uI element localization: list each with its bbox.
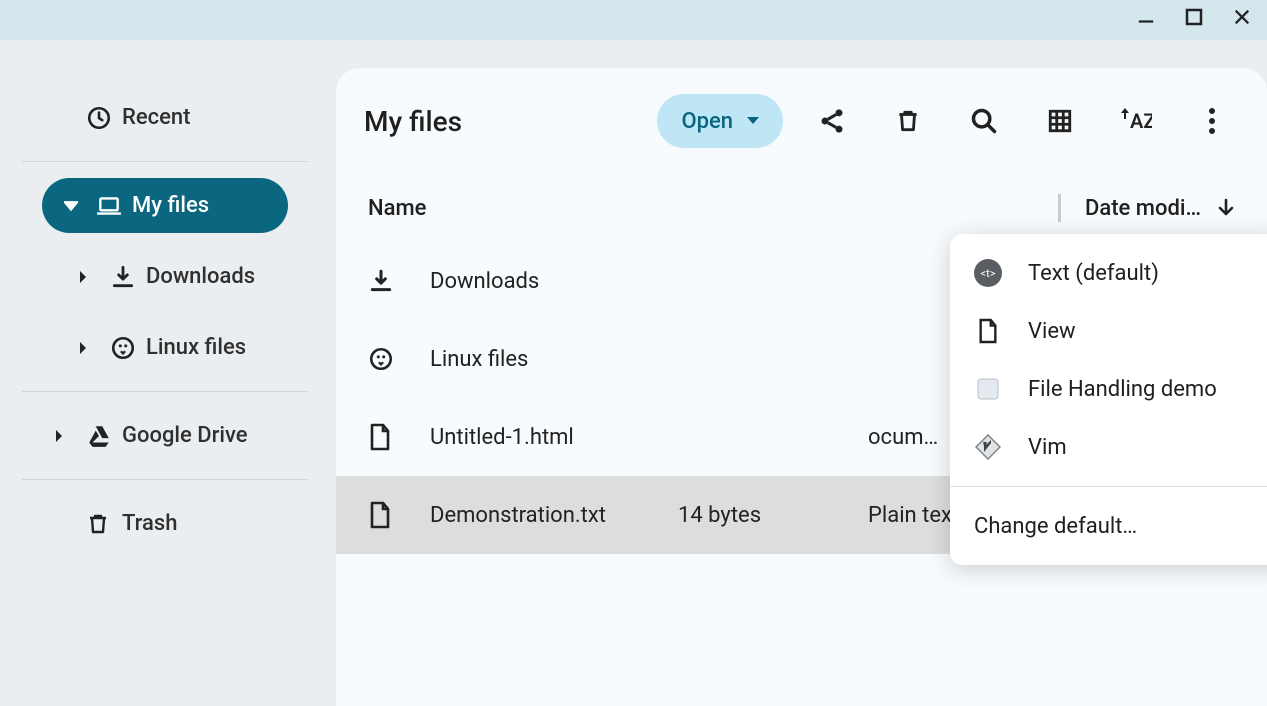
menu-item-view[interactable]: View xyxy=(950,302,1267,360)
nav-label: Google Drive xyxy=(122,423,248,448)
column-separator xyxy=(1058,194,1061,222)
clock-icon xyxy=(86,105,122,131)
chevron-down-icon xyxy=(747,116,759,126)
delete-icon[interactable] xyxy=(881,94,935,148)
svg-text:<t>: <t> xyxy=(981,267,996,280)
menu-label: Change default… xyxy=(974,514,1137,539)
col-name[interactable]: Name xyxy=(368,196,678,221)
sidebar-item-trash[interactable]: Trash xyxy=(22,496,308,551)
penguin-icon xyxy=(110,335,146,361)
open-menu: <t> Text (default) View File Handling de… xyxy=(950,234,1267,565)
file-icon xyxy=(368,423,430,451)
sidebar-item-gdrive[interactable]: Google Drive xyxy=(22,408,308,463)
chevron-right-icon xyxy=(78,342,110,354)
arrow-down-icon xyxy=(1217,198,1235,218)
chevron-down-icon xyxy=(64,199,96,213)
menu-label: Vim xyxy=(1028,435,1067,460)
menu-label: Text (default) xyxy=(1028,261,1159,286)
grid-view-icon[interactable] xyxy=(1033,94,1087,148)
drive-icon xyxy=(86,423,122,449)
nav-label: Linux files xyxy=(146,335,246,360)
search-icon[interactable] xyxy=(957,94,1011,148)
file-name: Demonstration.txt xyxy=(430,503,678,528)
sidebar-item-downloads[interactable]: Downloads xyxy=(22,249,308,304)
divider xyxy=(22,161,308,162)
nav-label: Downloads xyxy=(146,264,255,289)
file-name: Downloads xyxy=(430,269,678,294)
sidebar-item-myfiles[interactable]: My files xyxy=(42,178,288,233)
trash-icon xyxy=(86,512,122,536)
laptop-icon xyxy=(96,193,132,219)
menu-item-file-handling[interactable]: File Handling demo xyxy=(950,360,1267,418)
download-icon xyxy=(110,264,146,290)
open-label: Open xyxy=(681,109,733,134)
nav-label: My files xyxy=(132,193,209,218)
maximize-icon[interactable] xyxy=(1185,8,1203,26)
menu-label: View xyxy=(1028,319,1076,344)
menu-item-text-default[interactable]: <t> Text (default) xyxy=(950,244,1267,302)
minimize-icon[interactable] xyxy=(1137,8,1155,26)
svg-text:AZ: AZ xyxy=(1130,109,1152,133)
app-icon xyxy=(974,375,1002,403)
menu-item-vim[interactable]: Vim xyxy=(950,418,1267,476)
divider xyxy=(22,479,308,480)
titlebar xyxy=(0,0,1267,40)
menu-item-change-default[interactable]: Change default… xyxy=(950,497,1267,555)
nav-label: Trash xyxy=(122,511,177,536)
nav-label: Recent xyxy=(122,105,190,130)
sidebar: Recent My files Downloads xyxy=(0,40,330,706)
vim-icon xyxy=(974,433,1002,461)
file-name: Linux files xyxy=(430,347,678,372)
chevron-right-icon xyxy=(54,430,86,442)
sidebar-item-linux[interactable]: Linux files xyxy=(22,320,308,375)
sort-icon[interactable]: AZ xyxy=(1109,94,1163,148)
more-icon[interactable] xyxy=(1185,94,1239,148)
file-name: Untitled-1.html xyxy=(430,425,678,450)
file-icon xyxy=(368,501,430,529)
download-icon xyxy=(368,268,430,294)
toolbar: My files Open AZ xyxy=(336,68,1267,174)
menu-label: File Handling demo xyxy=(1028,377,1217,402)
divider xyxy=(22,391,308,392)
close-icon[interactable] xyxy=(1233,8,1251,26)
share-icon[interactable] xyxy=(805,94,859,148)
file-icon xyxy=(974,317,1002,345)
sidebar-item-recent[interactable]: Recent xyxy=(22,90,308,145)
page-title: My files xyxy=(364,105,462,138)
column-headers: Name Date modi… xyxy=(336,174,1267,242)
file-size: 14 bytes xyxy=(678,503,868,528)
chevron-right-icon xyxy=(78,271,110,283)
file-panel: My files Open AZ xyxy=(336,68,1267,706)
penguin-icon xyxy=(368,346,430,372)
text-app-icon: <t> xyxy=(974,259,1002,287)
open-button[interactable]: Open xyxy=(657,94,783,148)
col-date[interactable]: Date modi… xyxy=(1085,196,1201,221)
